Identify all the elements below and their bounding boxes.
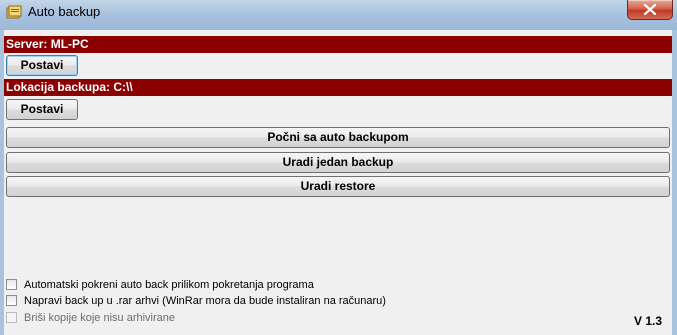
window-client-area: Server: ML-PC Postavi Lokacija backupa: … [4, 30, 672, 335]
rar-backup-checkbox[interactable] [6, 295, 17, 306]
backup-location-header: Lokacija backupa: C:\\ [4, 79, 672, 96]
version-label: V 1.3 [634, 314, 663, 328]
delete-copies-checkbox [6, 312, 17, 323]
location-set-button[interactable]: Postavi [6, 99, 78, 120]
app-icon [6, 5, 22, 21]
close-button[interactable] [627, 0, 673, 20]
single-backup-button[interactable]: Uradi jedan backup [6, 152, 670, 173]
server-set-button[interactable]: Postavi [6, 55, 78, 76]
window-title: Auto backup [28, 4, 101, 19]
window-frame-right [672, 30, 677, 335]
start-auto-backup-button[interactable]: Počni sa auto backupom [6, 127, 670, 148]
server-header: Server: ML-PC [4, 36, 672, 53]
close-icon [643, 4, 657, 15]
title-bar[interactable]: Auto backup [0, 0, 677, 30]
autostart-label: Automatski pokreni auto back prilikom po… [24, 279, 314, 291]
autostart-checkbox[interactable] [6, 279, 17, 290]
delete-copies-label: Briši kopije koje nisu arhivirane [24, 312, 176, 324]
restore-button[interactable]: Uradi restore [6, 176, 670, 197]
rar-backup-label: Napravi back up u .rar arhvi (WinRar mor… [24, 295, 386, 307]
